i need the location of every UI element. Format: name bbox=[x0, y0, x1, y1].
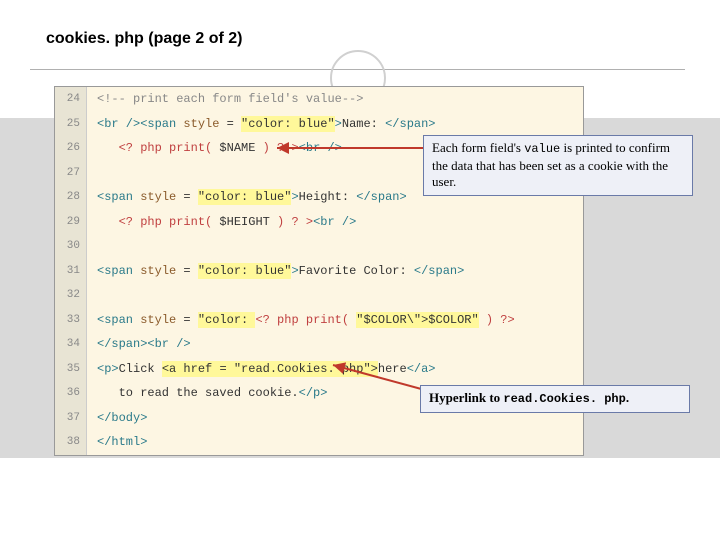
line-number: 36 bbox=[55, 381, 87, 406]
callout-filename: read.Cookies. php bbox=[503, 392, 625, 406]
code-text: to read the saved cookie.</p> bbox=[87, 386, 327, 400]
page-title: cookies. php (page 2 of 2) bbox=[46, 30, 242, 48]
line-number: 33 bbox=[55, 308, 87, 333]
line-number: 28 bbox=[55, 185, 87, 210]
line-number: 34 bbox=[55, 332, 87, 357]
line-number: 30 bbox=[55, 234, 87, 259]
line-number: 35 bbox=[55, 357, 87, 382]
slide: cookies. php (page 2 of 2) 24 <!-- print… bbox=[0, 0, 720, 540]
line-number: 26 bbox=[55, 136, 87, 161]
code-line: 31 <span style = "color: blue">Favorite … bbox=[55, 259, 583, 284]
code-line: 32 bbox=[55, 283, 583, 308]
code-line: 25 <br /><span style = "color: blue">Nam… bbox=[55, 112, 583, 137]
callout-hyperlink: Hyperlink to read.Cookies. php. bbox=[420, 385, 690, 413]
callout-text: Hyperlink to bbox=[429, 390, 503, 405]
line-number: 38 bbox=[55, 430, 87, 455]
callout-text: Each form field's bbox=[432, 140, 524, 155]
code-text: <p>Click <a href = "read.Cookies. php">h… bbox=[87, 362, 436, 376]
code-text: <span style = "color: <? php print( "$CO… bbox=[87, 313, 515, 327]
line-number: 31 bbox=[55, 259, 87, 284]
code-text: <? php print( $NAME ) ? ><br /> bbox=[87, 141, 342, 155]
code-text: <!-- print each form field's value--> bbox=[87, 92, 363, 106]
line-number: 24 bbox=[55, 87, 87, 112]
code-line: 24 <!-- print each form field's value--> bbox=[55, 87, 583, 112]
callout-text: . bbox=[626, 390, 629, 405]
callout-value: Each form field's value is printed to co… bbox=[423, 135, 693, 196]
code-text: <span style = "color: blue">Height: </sp… bbox=[87, 190, 407, 204]
code-line: 35 <p>Click <a href = "read.Cookies. php… bbox=[55, 357, 583, 382]
code-line: 33 <span style = "color: <? php print( "… bbox=[55, 308, 583, 333]
code-text: </body> bbox=[87, 411, 147, 425]
line-number: 29 bbox=[55, 210, 87, 235]
code-line: 34 </span><br /> bbox=[55, 332, 583, 357]
line-number: 27 bbox=[55, 161, 87, 186]
code-text: </span><br /> bbox=[87, 337, 191, 351]
line-number: 32 bbox=[55, 283, 87, 308]
callout-code-word: value bbox=[524, 142, 560, 156]
code-line: 29 <? php print( $HEIGHT ) ? ><br /> bbox=[55, 210, 583, 235]
code-text: <? php print( $HEIGHT ) ? ><br /> bbox=[87, 215, 356, 229]
line-number: 37 bbox=[55, 406, 87, 431]
line-number: 25 bbox=[55, 112, 87, 137]
code-text: <span style = "color: blue">Favorite Col… bbox=[87, 264, 464, 278]
code-line: 38 </html> bbox=[55, 430, 583, 455]
code-line: 30 bbox=[55, 234, 583, 259]
code-text: </html> bbox=[87, 435, 147, 449]
code-text: <br /><span style = "color: blue">Name: … bbox=[87, 117, 436, 131]
